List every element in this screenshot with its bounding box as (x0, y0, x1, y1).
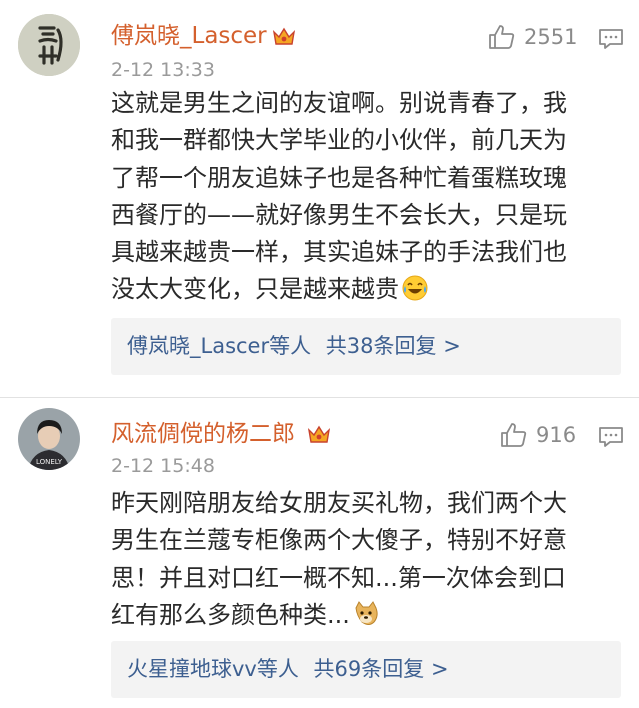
like-count: 916 (536, 423, 577, 447)
more-replies-link[interactable]: 傅岚晓_Lascer等人 共38条回复 > (111, 318, 621, 375)
comment-line: 和我一群都快大学毕业的小伙伴，前几天为 (111, 126, 567, 155)
like-button[interactable]: 916 (500, 422, 576, 448)
comment-text: 昨天刚陪朋友给女朋友买礼物，我们两个大 男生在兰蔻专柜像两个大傻子，特别不好意 … (111, 485, 567, 634)
replies-count: 共69条回复 > (313, 657, 449, 681)
comment-reply-icon[interactable] (598, 426, 624, 448)
like-button[interactable]: 2551 (488, 24, 577, 50)
avatar[interactable] (18, 14, 80, 76)
thumbs-up-icon (501, 423, 527, 447)
doge-emoji-icon (355, 600, 378, 625)
vip-crown-icon (272, 27, 296, 45)
replies-count: 共38条回复 > (325, 334, 461, 358)
comment-text: 这就是男生之间的友谊啊。别说青春了，我 和我一群都快大学毕业的小伙伴，前几天为 … (111, 85, 567, 309)
comment-line: 具越来越贵一样，其实追妹子的手法我们也 (111, 238, 567, 267)
username[interactable]: 傅岚晓_Lascer (111, 22, 267, 50)
comment-line: 思！并且对口红一概不知...第一次体会到口 (111, 563, 566, 592)
avatar[interactable]: LONELY (18, 408, 80, 470)
comment-time: 2-12 15:48 (111, 455, 215, 477)
comment-line: 没太大变化，只是越来越贵 (111, 275, 399, 304)
laugh-cry-emoji-icon (402, 275, 428, 301)
comment-reply-icon[interactable] (598, 28, 624, 50)
comment-line: 男生在兰蔻专柜像两个大傻子，特别不好意 (111, 526, 567, 555)
replies-users: 傅岚晓_Lascer等人 (127, 334, 312, 358)
vip-crown-icon (307, 425, 331, 443)
comment-line: 红有那么多颜色种类... (111, 600, 350, 629)
comment-line: 西餐厅的——就好像男生不会长大，只是玩 (111, 200, 567, 229)
comment-line: 这就是男生之间的友谊啊。别说青春了，我 (111, 89, 567, 117)
thumbs-up-icon (489, 25, 515, 49)
comment-line: 了帮一个朋友追妹子也是各种忙着蛋糕玫瑰 (111, 163, 567, 192)
divider (0, 397, 639, 398)
like-count: 2551 (524, 25, 578, 49)
comment-line: 昨天刚陪朋友给女朋友买礼物，我们两个大 (111, 489, 567, 517)
comment-time: 2-12 13:33 (111, 59, 215, 81)
replies-users: 火星撞地球vv等人 (127, 657, 299, 681)
avatar-shirt-text: LONELY (36, 458, 63, 466)
username[interactable]: 风流倜傥的杨二郎 (111, 420, 295, 448)
more-replies-link[interactable]: 火星撞地球vv等人 共69条回复 > (111, 641, 621, 698)
